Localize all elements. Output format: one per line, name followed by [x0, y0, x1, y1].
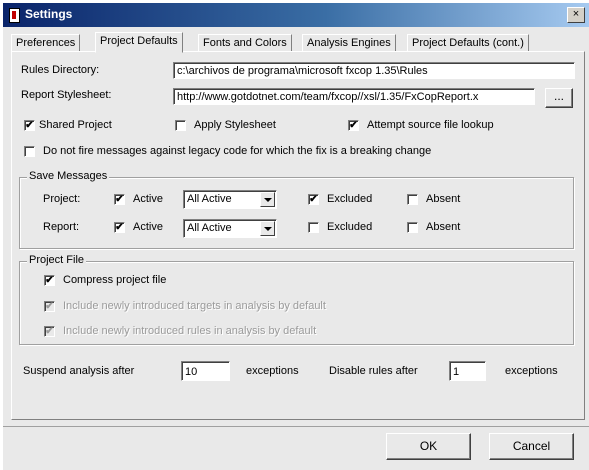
shared-project-checkbox[interactable]: ✔: [24, 120, 35, 131]
rules-directory-label: Rules Directory:: [21, 64, 100, 76]
suspend-exceptions-label: exceptions: [246, 365, 299, 377]
apply-stylesheet-label: Apply Stylesheet: [194, 119, 276, 131]
browse-stylesheet-button[interactable]: ...: [545, 88, 573, 108]
report-absent-checkbox[interactable]: [407, 222, 418, 233]
report-excluded-checkbox[interactable]: [308, 222, 319, 233]
title-bar[interactable]: Settings ×: [3, 3, 589, 27]
report-excluded-label: Excluded: [327, 221, 373, 233]
project-messages-select[interactable]: All Active: [183, 190, 277, 209]
tab-project-defaults[interactable]: Project Defaults: [95, 32, 183, 53]
project-row-label: Project:: [43, 193, 81, 205]
include-rules-label: Include newly introduced rules in analys…: [63, 325, 317, 337]
legacy-code-label: Do not fire messages against legacy code…: [43, 145, 432, 157]
project-excluded-label: Excluded: [327, 193, 373, 205]
save-messages-group: Save Messages: [19, 170, 574, 249]
report-row-label: Report:: [43, 221, 80, 233]
tab-analysis-engines[interactable]: Analysis Engines: [302, 34, 396, 52]
ok-button[interactable]: OK: [386, 433, 471, 460]
include-rules-checkbox: ✔: [44, 326, 55, 337]
shared-project-label: Shared Project: [39, 119, 112, 131]
chevron-down-icon[interactable]: [260, 221, 275, 236]
window-title: Settings: [25, 7, 73, 21]
report-active-label: Active: [133, 221, 163, 233]
suspend-analysis-input[interactable]: 10: [181, 361, 230, 381]
project-active-checkbox[interactable]: ✔: [114, 194, 125, 205]
tab-preferences[interactable]: Preferences: [11, 34, 81, 52]
attempt-source-lookup-label: Attempt source file lookup: [367, 119, 494, 131]
include-targets-label: Include newly introduced targets in anal…: [63, 300, 326, 312]
chevron-down-icon[interactable]: [260, 192, 275, 207]
suspend-analysis-label: Suspend analysis after: [23, 365, 135, 377]
disable-rules-label: Disable rules after: [329, 365, 418, 377]
project-excluded-checkbox[interactable]: ✔: [308, 194, 319, 205]
project-absent-label: Absent: [426, 193, 461, 205]
project-active-label: Active: [133, 193, 163, 205]
settings-window: Settings × Preferences Project Defaults …: [3, 3, 589, 470]
tab-project-defaults-cont[interactable]: Project Defaults (cont.): [407, 34, 529, 52]
rules-directory-input[interactable]: c:\archivos de programa\microsoft fxcop …: [173, 62, 575, 79]
disable-rules-input[interactable]: 1: [449, 361, 486, 381]
cancel-button[interactable]: Cancel: [489, 433, 574, 460]
app-icon: [9, 8, 20, 23]
project-messages-value: All Active: [187, 193, 232, 205]
project-absent-checkbox[interactable]: [407, 194, 418, 205]
apply-stylesheet-checkbox[interactable]: [175, 120, 186, 131]
tab-fonts-and-colors[interactable]: Fonts and Colors: [198, 34, 292, 52]
compress-project-checkbox[interactable]: ✔: [44, 275, 55, 286]
save-messages-title: Save Messages: [27, 170, 110, 182]
report-messages-select[interactable]: All Active: [183, 219, 277, 238]
report-active-checkbox[interactable]: ✔: [114, 222, 125, 233]
divider: [3, 426, 589, 427]
legacy-code-checkbox[interactable]: [24, 146, 35, 157]
attempt-source-lookup-checkbox[interactable]: ✔: [348, 120, 359, 131]
project-file-title: Project File: [27, 254, 87, 266]
compress-project-label: Compress project file: [63, 274, 167, 286]
report-messages-value: All Active: [187, 222, 232, 234]
close-button[interactable]: ×: [567, 7, 585, 23]
include-targets-checkbox: ✔: [44, 301, 55, 312]
report-stylesheet-input[interactable]: http://www.gotdotnet.com/team/fxcop//xsl…: [173, 88, 535, 105]
report-absent-label: Absent: [426, 221, 461, 233]
report-stylesheet-label: Report Stylesheet:: [21, 89, 112, 101]
disable-exceptions-label: exceptions: [505, 365, 558, 377]
